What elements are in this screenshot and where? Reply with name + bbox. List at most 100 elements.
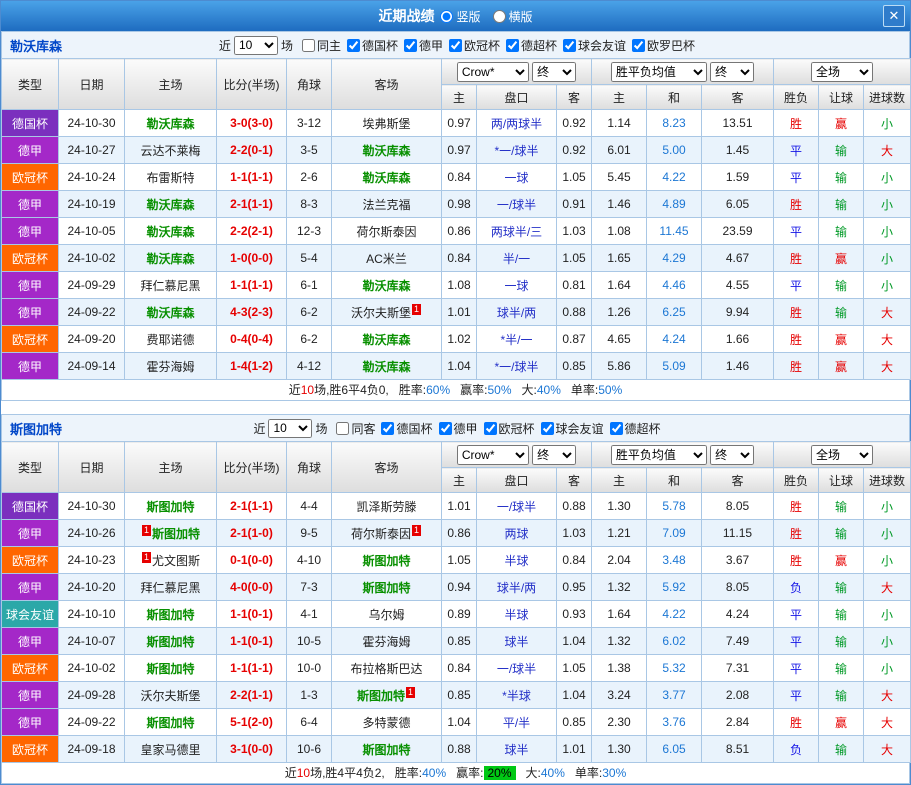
home-team-name[interactable]: 勒沃库森 [146, 198, 194, 212]
competition-filter-checkbox[interactable]: 欧罗巴杯 [632, 37, 695, 54]
away-team-name[interactable]: 斯图加特 [357, 689, 405, 703]
odds-company-select[interactable]: Crow* [457, 62, 529, 82]
home-team-name[interactable]: 皇家马德里 [140, 743, 200, 757]
europe-time-select[interactable]: 终 [710, 62, 754, 82]
competition-checkbox-input[interactable] [404, 39, 417, 52]
odds-time-select[interactable]: 终 [532, 62, 576, 82]
away-team-name[interactable]: 斯图加特 [362, 743, 410, 757]
match-row: 欧冠杯24-09-20费耶诺德0-4(0-4)6-2勒沃库森1.02*半/一0.… [2, 326, 911, 353]
away-team-name[interactable]: 勒沃库森 [362, 360, 410, 374]
filter-bar: 近10场同主德国杯德甲欧冠杯德超杯球会友谊欧罗巴杯 [216, 36, 695, 55]
away-team-name[interactable]: 霍芬海姆 [362, 635, 410, 649]
odds-time-select[interactable]: 终 [532, 445, 576, 465]
recent-count-select[interactable]: 10 [234, 36, 278, 55]
corners: 4-4 [287, 493, 332, 520]
competition-filter-checkbox[interactable]: 德国杯 [381, 420, 432, 437]
competition-checkbox-input[interactable] [449, 39, 462, 52]
europe-time-select[interactable]: 终 [710, 445, 754, 465]
competition-filter-checkbox[interactable]: 欧冠杯 [449, 37, 500, 54]
horizontal-layout-option[interactable]: 横版 [493, 8, 533, 25]
vertical-layout-option[interactable]: 竖版 [440, 8, 480, 25]
competition-filter-checkbox[interactable]: 球会友谊 [563, 37, 626, 54]
same-venue-checkbox-input[interactable] [302, 39, 315, 52]
competition-filter-checkbox[interactable]: 德甲 [439, 420, 478, 437]
away-team-name[interactable]: 沃尔夫斯堡 [351, 306, 411, 320]
home-team-name[interactable]: 沃尔夫斯堡 [140, 689, 200, 703]
competition-filter-checkbox[interactable]: 德超杯 [610, 420, 661, 437]
competition-checkbox-input[interactable] [484, 422, 497, 435]
ah-away-odds: 1.01 [557, 736, 592, 763]
vertical-radio[interactable] [440, 10, 453, 23]
horizontal-radio[interactable] [493, 10, 506, 23]
competition-badge: 德国杯 [2, 493, 59, 520]
competition-filter-checkbox[interactable]: 德甲 [404, 37, 443, 54]
home-team-name[interactable]: 斯图加特 [146, 608, 194, 622]
europe-odds-select-cell: 胜平负均值 终 [592, 59, 774, 85]
away-team-name[interactable]: 勒沃库森 [362, 333, 410, 347]
home-team-name[interactable]: 霍芬海姆 [146, 360, 194, 374]
same-venue-checkbox-input[interactable] [336, 422, 349, 435]
home-team-cell: 云达不莱梅 [125, 137, 217, 164]
score: 2-2(2-1) [217, 218, 287, 245]
home-team-name[interactable]: 尤文图斯 [152, 554, 200, 568]
home-team-name[interactable]: 布雷斯特 [146, 171, 194, 185]
close-button[interactable]: ✕ [883, 5, 905, 27]
away-team-name[interactable]: 勒沃库森 [362, 279, 410, 293]
scope-select[interactable]: 全场 [811, 62, 873, 82]
ah-home-odds: 0.86 [442, 218, 477, 245]
europe-odds-select[interactable]: 胜平负均值 [611, 62, 707, 82]
home-team-name[interactable]: 勒沃库森 [146, 117, 194, 131]
odds-company-select[interactable]: Crow* [457, 445, 529, 465]
competition-badge: 德甲 [2, 709, 59, 736]
match-result: 平 [774, 137, 819, 164]
away-team-name[interactable]: 乌尔姆 [368, 608, 404, 622]
competition-checkbox-input[interactable] [439, 422, 452, 435]
competition-checkbox-input[interactable] [381, 422, 394, 435]
competition-filter-checkbox[interactable]: 欧冠杯 [484, 420, 535, 437]
away-team-name[interactable]: AC米兰 [366, 252, 407, 266]
home-team-name[interactable]: 拜仁慕尼黑 [140, 279, 200, 293]
europe-odds-select[interactable]: 胜平负均值 [611, 445, 707, 465]
competition-checkbox-input[interactable] [347, 39, 360, 52]
away-team-name[interactable]: 多特蒙德 [362, 716, 410, 730]
away-team-name[interactable]: 荷尔斯泰因 [351, 527, 411, 541]
home-team-name[interactable]: 勒沃库森 [146, 306, 194, 320]
away-team-name[interactable]: 布拉格斯巴达 [350, 662, 422, 676]
competition-filter-checkbox[interactable]: 德国杯 [347, 37, 398, 54]
match-date: 24-09-14 [59, 353, 125, 380]
home-team-name[interactable]: 勒沃库森 [146, 225, 194, 239]
competition-badge: 德甲 [2, 137, 59, 164]
home-team-name[interactable]: 云达不莱梅 [140, 144, 200, 158]
same-venue-checkbox[interactable]: 同主 [302, 37, 341, 54]
competition-filter-checkbox[interactable]: 球会友谊 [541, 420, 604, 437]
competition-checkbox-input[interactable] [610, 422, 623, 435]
home-team-name[interactable]: 斯图加特 [146, 500, 194, 514]
competition-filter-checkbox[interactable]: 德超杯 [506, 37, 557, 54]
home-team-name[interactable]: 斯图加特 [146, 716, 194, 730]
away-team-name[interactable]: 斯图加特 [362, 554, 410, 568]
competition-badge: 欧冠杯 [2, 326, 59, 353]
away-team-name[interactable]: 法兰克福 [362, 198, 410, 212]
away-team-name[interactable]: 勒沃库森 [362, 144, 410, 158]
match-row: 德甲24-10-20拜仁慕尼黑4-0(0-0)7-3斯图加特0.94球半/两0.… [2, 574, 911, 601]
home-team-name[interactable]: 斯图加特 [146, 635, 194, 649]
away-team-name[interactable]: 埃弗斯堡 [362, 117, 410, 131]
competition-checkbox-input[interactable] [563, 39, 576, 52]
away-team-name[interactable]: 凯泽斯劳滕 [356, 500, 416, 514]
competition-checkbox-input[interactable] [632, 39, 645, 52]
ah-home-odds: 0.84 [442, 164, 477, 191]
away-team-name[interactable]: 荷尔斯泰因 [356, 225, 416, 239]
same-venue-checkbox[interactable]: 同客 [336, 420, 375, 437]
home-team-name[interactable]: 费耶诺德 [146, 333, 194, 347]
scope-select[interactable]: 全场 [811, 445, 873, 465]
recent-count-select[interactable]: 10 [268, 419, 312, 438]
competition-checkbox-input[interactable] [506, 39, 519, 52]
match-result: 平 [774, 601, 819, 628]
home-team-name[interactable]: 斯图加特 [146, 662, 194, 676]
home-team-name[interactable]: 斯图加特 [152, 527, 200, 541]
away-team-name[interactable]: 斯图加特 [362, 581, 410, 595]
competition-checkbox-input[interactable] [541, 422, 554, 435]
away-team-name[interactable]: 勒沃库森 [362, 171, 410, 185]
home-team-name[interactable]: 勒沃库森 [146, 252, 194, 266]
home-team-name[interactable]: 拜仁慕尼黑 [140, 581, 200, 595]
